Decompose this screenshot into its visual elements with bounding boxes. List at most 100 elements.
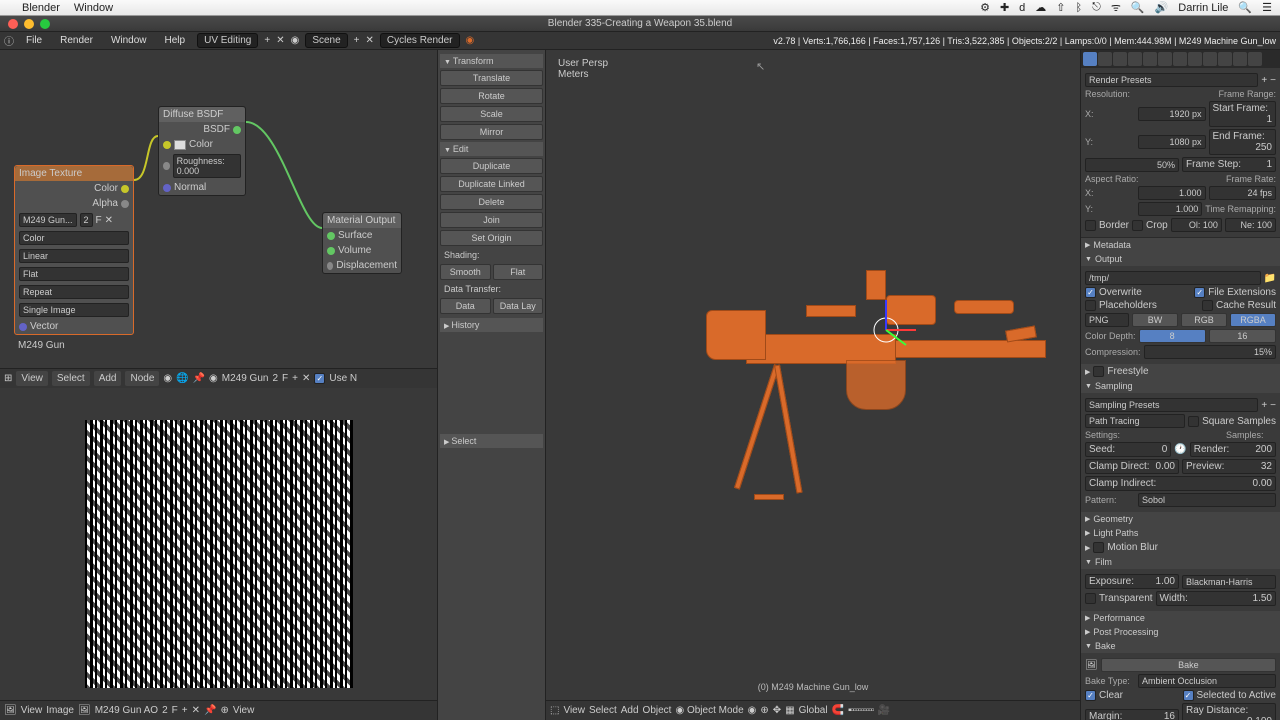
- add-menu[interactable]: Add: [621, 705, 639, 716]
- frame-step-field[interactable]: Frame Step: 1: [1182, 157, 1276, 172]
- status-icon[interactable]: ✚: [1000, 1, 1009, 14]
- status-icon[interactable]: ⎋: [1092, 1, 1101, 14]
- depth-8-button[interactable]: 8: [1139, 329, 1206, 343]
- file-menu[interactable]: File: [20, 33, 48, 48]
- snap-icon[interactable]: 🧲: [832, 705, 844, 716]
- tree-type-icon[interactable]: ◉: [163, 373, 172, 384]
- layers-widget[interactable]: ▪▫▫▫▫▫▫▫▫▫: [848, 705, 873, 716]
- object-menu[interactable]: Object: [643, 705, 672, 716]
- freestyle-panel-header[interactable]: Freestyle: [1081, 364, 1280, 379]
- uv-image-editor[interactable]: 🖼 View Image 🖼 M249 Gun AO 2 F + ✕ 📌 ⊕ V…: [0, 388, 437, 720]
- image-users[interactable]: 2: [162, 705, 168, 716]
- roughness-field[interactable]: Roughness: 0.000: [173, 154, 241, 178]
- view-menu[interactable]: View: [563, 705, 585, 716]
- color-swatch[interactable]: [174, 140, 186, 150]
- rotate-button[interactable]: Rotate: [440, 88, 543, 104]
- status-icon[interactable]: ⚙: [980, 1, 990, 14]
- pin-icon[interactable]: 📌: [204, 705, 216, 716]
- freestyle-checkbox[interactable]: [1093, 366, 1104, 377]
- search-icon[interactable]: 🔍: [1131, 1, 1145, 14]
- mac-window[interactable]: Window: [74, 2, 113, 14]
- border-checkbox[interactable]: [1085, 220, 1096, 231]
- update-icon[interactable]: ◉: [466, 35, 475, 46]
- material-dropdown[interactable]: M249 Gun: [222, 373, 269, 384]
- material-users[interactable]: 2: [272, 373, 278, 384]
- end-frame-field[interactable]: End Frame: 250: [1209, 129, 1277, 155]
- editor-type-icon[interactable]: ⊞: [4, 373, 12, 384]
- view-menu[interactable]: View: [21, 705, 43, 716]
- help-menu[interactable]: Help: [159, 33, 192, 48]
- bake-panel-header[interactable]: Bake: [1081, 639, 1280, 653]
- margin-field[interactable]: Margin: 16: [1085, 709, 1179, 720]
- mirror-button[interactable]: Mirror: [440, 124, 543, 140]
- remove-preset-button[interactable]: −: [1270, 75, 1276, 86]
- start-frame-field[interactable]: Start Frame: 1: [1209, 101, 1277, 127]
- orientation-dropdown[interactable]: Global: [799, 705, 828, 716]
- scene-dropdown[interactable]: Scene: [305, 33, 347, 48]
- mac-user[interactable]: Darrin Lile: [1178, 2, 1228, 14]
- mode-view-button[interactable]: View: [233, 705, 255, 716]
- new-field[interactable]: Ne: 100: [1225, 218, 1276, 232]
- remove-preset-button[interactable]: −: [1270, 400, 1276, 411]
- translate-button[interactable]: Translate: [440, 70, 543, 86]
- aspect-y-field[interactable]: 1.000: [1138, 202, 1202, 216]
- res-x-field[interactable]: 1920 px: [1138, 107, 1206, 121]
- shader-type-icon[interactable]: 🌐: [176, 373, 188, 384]
- smooth-button[interactable]: Smooth: [440, 264, 491, 280]
- pivot-icon[interactable]: ⊕: [220, 705, 228, 716]
- clamp-indirect-field[interactable]: Clamp Indirect: 0.00: [1085, 476, 1276, 491]
- aspect-x-field[interactable]: 1.000: [1138, 186, 1206, 200]
- bake-button[interactable]: Bake: [1101, 658, 1276, 672]
- transform-panel-header[interactable]: Transform: [440, 54, 543, 68]
- projection-dropdown[interactable]: Flat: [19, 267, 129, 281]
- render-menu[interactable]: Render: [54, 33, 99, 48]
- texture-tab[interactable]: [1218, 52, 1232, 66]
- add-image-button[interactable]: +: [182, 705, 188, 716]
- clock-icon[interactable]: 🕐: [1174, 444, 1186, 455]
- light-paths-panel-header[interactable]: Light Paths: [1081, 526, 1280, 540]
- geometry-panel-header[interactable]: Geometry: [1081, 512, 1280, 526]
- world-tab[interactable]: [1128, 52, 1142, 66]
- post-processing-panel-header[interactable]: Post Processing: [1081, 625, 1280, 639]
- metadata-panel-header[interactable]: Metadata: [1081, 238, 1280, 252]
- output-panel-header[interactable]: Output: [1081, 252, 1280, 266]
- preview-samples-field[interactable]: Preview: 32: [1182, 459, 1276, 474]
- node-header[interactable]: Image Texture: [15, 166, 133, 181]
- delete-layout-button[interactable]: ✕: [276, 35, 284, 46]
- manipulator-icon[interactable]: ✥: [773, 705, 781, 716]
- rgba-button[interactable]: RGBA: [1230, 313, 1276, 327]
- select-menu[interactable]: Select: [52, 371, 90, 386]
- sampling-panel-header[interactable]: Sampling: [1081, 379, 1280, 393]
- unlink-button[interactable]: ✕: [105, 215, 113, 226]
- add-material-button[interactable]: +: [292, 373, 298, 384]
- diffuse-bsdf-node[interactable]: Diffuse BSDF BSDF Color Roughness: 0.000…: [158, 106, 246, 196]
- scene-tab[interactable]: [1113, 52, 1127, 66]
- data-button[interactable]: Data: [440, 298, 491, 314]
- node-header[interactable]: Diffuse BSDF: [159, 107, 245, 122]
- data-tab[interactable]: [1188, 52, 1202, 66]
- material-tab[interactable]: [1203, 52, 1217, 66]
- image-dropdown[interactable]: M249 Gun AO: [95, 705, 158, 716]
- scene-icon[interactable]: ◉: [291, 35, 300, 46]
- flat-button[interactable]: Flat: [493, 264, 544, 280]
- engine-dropdown[interactable]: Cycles Render: [380, 33, 460, 48]
- add-preset-button[interactable]: +: [1261, 75, 1267, 86]
- performance-panel-header[interactable]: Performance: [1081, 611, 1280, 625]
- add-preset-button[interactable]: +: [1261, 400, 1267, 411]
- menu-icon[interactable]: ☰: [1262, 1, 1272, 14]
- render-preview-icon[interactable]: 🎥: [877, 705, 889, 716]
- bake-type-dropdown[interactable]: Ambient Occlusion: [1138, 674, 1276, 688]
- render-layers-tab[interactable]: [1098, 52, 1112, 66]
- pattern-dropdown[interactable]: Sobol: [1138, 493, 1276, 507]
- sampling-presets-dropdown[interactable]: Sampling Presets: [1085, 398, 1258, 412]
- select-operator-header[interactable]: Select: [440, 434, 543, 448]
- delete-scene-button[interactable]: ✕: [366, 35, 374, 46]
- editor-type-icon[interactable]: 🖼: [4, 705, 17, 716]
- clamp-direct-field[interactable]: Clamp Direct: 0.00: [1085, 459, 1179, 474]
- compression-field[interactable]: 15%: [1144, 345, 1276, 359]
- image-texture-node[interactable]: Image Texture Color Alpha M249 Gun...2F✕…: [14, 165, 134, 335]
- rgb-button[interactable]: RGB: [1181, 313, 1227, 327]
- color-space-dropdown[interactable]: Color: [19, 231, 129, 245]
- image-icon[interactable]: 🖼: [78, 705, 91, 716]
- film-panel-header[interactable]: Film: [1081, 555, 1280, 569]
